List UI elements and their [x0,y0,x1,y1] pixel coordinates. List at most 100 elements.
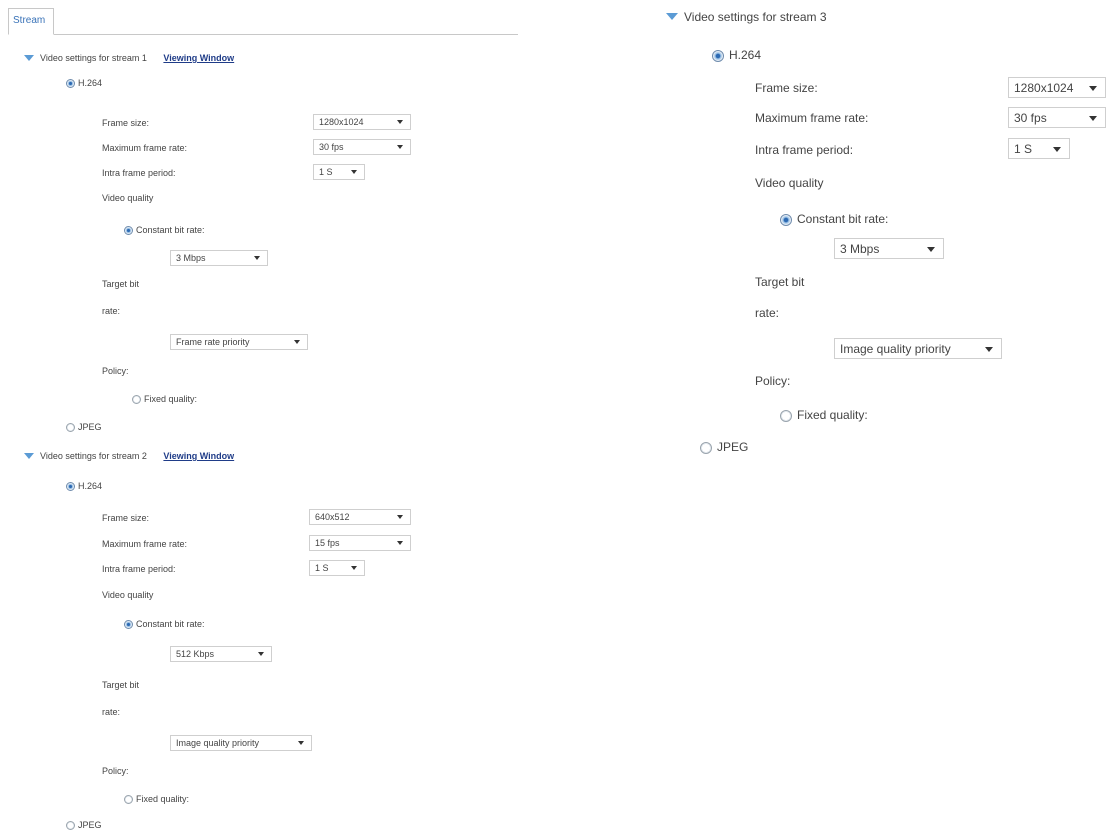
frame-size-select[interactable]: 640x512 [309,509,411,525]
constant-bit-rate-option[interactable]: Constant bit rate: [124,225,205,236]
collapse-caret-icon[interactable] [24,452,34,459]
intra-frame-period-value: 1 S [315,563,329,573]
constant-bit-rate-label: Constant bit rate: [797,212,889,226]
constant-bit-rate-radio-selected-icon[interactable] [124,620,133,630]
stream-3-header[interactable]: Video settings for stream 3 [666,10,827,24]
h264-option[interactable]: H.264 [712,48,761,62]
fixed-quality-radio-icon[interactable] [124,795,133,805]
h264-radio-selected-icon[interactable] [66,79,75,89]
constant-bit-rate-label: Constant bit rate: [136,225,205,235]
stream-2-header[interactable]: Video settings for stream 2 Viewing Wind… [24,451,234,461]
target-bit-label: Target bit [102,680,140,690]
stream-1-panel: Video settings for stream 1 Viewing Wind… [24,53,424,438]
target-bit-rate-value: 512 Kbps [176,649,215,659]
h264-label: H.264 [729,48,762,62]
stream-2-panel: Video settings for stream 2 Viewing Wind… [24,451,424,831]
jpeg-radio-icon[interactable] [700,441,712,454]
h264-label: H.264 [78,481,103,491]
intra-frame-period-select[interactable]: 1 S [313,164,365,180]
frame-size-value: 1280x1024 [319,117,364,127]
policy-value: Image quality priority [840,341,951,356]
jpeg-option[interactable]: JPEG [700,440,748,454]
target-bit-label: Target bit [102,279,140,289]
stream-3-title: Video settings for stream 3 [684,10,827,24]
max-frame-rate-select[interactable]: 15 fps [309,535,411,551]
intra-frame-period-select[interactable]: 1 S [1008,138,1070,159]
max-frame-rate-value: 15 fps [315,538,340,548]
fixed-quality-radio-icon[interactable] [780,409,792,422]
dropdown-arrow-icon [985,346,993,352]
policy-label: Policy: [102,766,129,776]
rate-label: rate: [755,306,780,320]
dropdown-arrow-icon [397,515,403,519]
fixed-quality-option[interactable]: Fixed quality: [132,394,198,405]
constant-bit-rate-label: Constant bit rate: [136,619,205,629]
stream-3-panel: Video settings for stream 3 H.264 Frame … [666,10,1106,460]
jpeg-radio-icon[interactable] [66,821,75,831]
jpeg-label: JPEG [78,422,102,432]
policy-label: Policy: [102,366,129,376]
dropdown-arrow-icon [1089,115,1097,121]
target-bit-rate-select[interactable]: 3 Mbps [834,238,944,259]
jpeg-option[interactable]: JPEG [66,422,102,433]
frame-size-select[interactable]: 1280x1024 [1008,77,1106,98]
policy-select[interactable]: Image quality priority [170,735,312,751]
target-bit-rate-select[interactable]: 3 Mbps [170,250,268,266]
rate-label: rate: [102,306,121,316]
h264-radio-selected-icon[interactable] [66,482,75,492]
dropdown-arrow-icon [351,170,357,174]
fixed-quality-label: Fixed quality: [797,408,868,422]
jpeg-label: JPEG [717,440,749,454]
stream-1-title: Video settings for stream 1 [40,53,147,63]
constant-bit-rate-option[interactable]: Constant bit rate: [780,212,888,226]
max-frame-rate-label: Maximum frame rate: [102,539,188,549]
stream-1-header[interactable]: Video settings for stream 1 Viewing Wind… [24,53,234,63]
collapse-caret-icon[interactable] [24,54,34,61]
target-bit-rate-select[interactable]: 512 Kbps [170,646,272,662]
jpeg-option[interactable]: JPEG [66,820,102,831]
policy-select[interactable]: Frame rate priority [170,334,308,350]
tab-bar: Stream [8,6,518,35]
viewing-window-link[interactable]: Viewing Window [163,451,234,461]
dropdown-arrow-icon [258,652,264,656]
max-frame-rate-label: Maximum frame rate: [755,111,869,125]
fixed-quality-option[interactable]: Fixed quality: [124,794,190,805]
max-frame-rate-label: Maximum frame rate: [102,143,188,153]
stream-2-title: Video settings for stream 2 [40,451,147,461]
frame-size-value: 1280x1024 [1014,80,1074,95]
constant-bit-rate-radio-selected-icon[interactable] [780,213,792,226]
collapse-caret-icon[interactable] [666,13,678,21]
fixed-quality-label: Fixed quality: [136,794,190,804]
target-bit-rate-value: 3 Mbps [176,253,206,263]
frame-size-value: 640x512 [315,512,350,522]
dropdown-arrow-icon [1053,146,1061,152]
dropdown-arrow-icon [927,246,935,252]
frame-size-select[interactable]: 1280x1024 [313,114,411,130]
fixed-quality-option[interactable]: Fixed quality: [780,408,868,422]
max-frame-rate-value: 30 fps [319,142,344,152]
h264-option[interactable]: H.264 [66,78,103,89]
policy-select[interactable]: Image quality priority [834,338,1002,359]
intra-frame-period-value: 1 S [319,167,333,177]
target-bit-rate-value: 3 Mbps [840,241,880,256]
constant-bit-rate-radio-selected-icon[interactable] [124,226,133,236]
fixed-quality-radio-icon[interactable] [132,395,141,405]
video-quality-label: Video quality [755,176,824,190]
target-bit-label: Target bit [755,275,805,289]
max-frame-rate-select[interactable]: 30 fps [313,139,411,155]
jpeg-radio-icon[interactable] [66,423,75,433]
intra-frame-period-value: 1 S [1014,141,1033,156]
h264-label: H.264 [78,78,103,88]
fixed-quality-label: Fixed quality: [144,394,198,404]
intra-frame-period-label: Intra frame period: [102,168,176,178]
dropdown-arrow-icon [1089,85,1097,91]
h264-option[interactable]: H.264 [66,481,103,492]
max-frame-rate-select[interactable]: 30 fps [1008,107,1106,128]
h264-radio-selected-icon[interactable] [712,49,724,62]
max-frame-rate-value: 30 fps [1014,110,1047,125]
constant-bit-rate-option[interactable]: Constant bit rate: [124,619,205,630]
video-quality-label: Video quality [102,193,154,203]
tab-stream[interactable]: Stream [8,8,55,35]
intra-frame-period-select[interactable]: 1 S [309,560,365,576]
viewing-window-link[interactable]: Viewing Window [163,53,234,63]
